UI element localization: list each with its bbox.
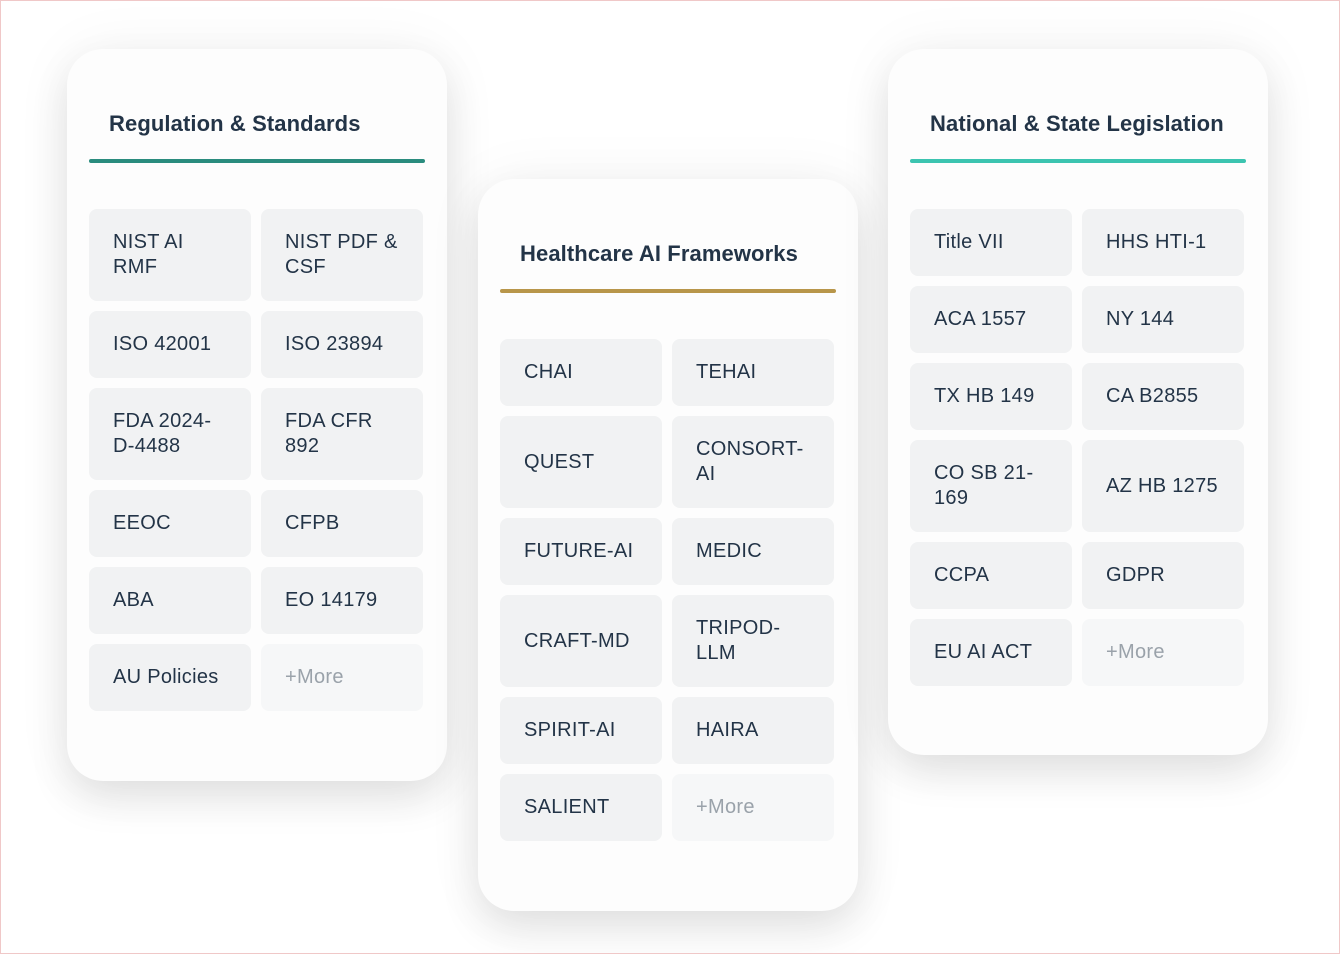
national-state-legislation-card: National & State Legislation Title VII H… [888,49,1268,755]
chip-co-sb-21-169[interactable]: CO SB 21-169 [910,440,1072,532]
chip-ny-144[interactable]: NY 144 [1082,286,1244,353]
chip-title-vii[interactable]: Title VII [910,209,1072,276]
chip-fda-cfr-892[interactable]: FDA CFR 892 [261,388,423,480]
chip-eo-14179[interactable]: EO 14179 [261,567,423,634]
chip-fda-2024-d-4488[interactable]: FDA 2024-D-4488 [89,388,251,480]
chip-aca-1557[interactable]: ACA 1557 [910,286,1072,353]
card-title: Healthcare AI Frameworks [520,241,798,266]
regulation-standards-card: Regulation & Standards NIST AI RMF NIST … [67,49,447,781]
chip-grid: NIST AI RMF NIST PDF & CSF ISO 42001 ISO… [89,209,425,711]
chip-tehai[interactable]: TEHAI [672,339,834,406]
chip-tx-hb-149[interactable]: TX HB 149 [910,363,1072,430]
chip-quest[interactable]: QUEST [500,416,662,508]
chip-au-policies[interactable]: AU Policies [89,644,251,711]
chip-ca-b2855[interactable]: CA B2855 [1082,363,1244,430]
chip-future-ai[interactable]: FUTURE-AI [500,518,662,585]
more-button[interactable]: +More [672,774,834,841]
chip-hhs-hti-1[interactable]: HHS HTI-1 [1082,209,1244,276]
chip-haira[interactable]: HAIRA [672,697,834,764]
chip-eeoc[interactable]: EEOC [89,490,251,557]
chip-iso-42001[interactable]: ISO 42001 [89,311,251,378]
healthcare-ai-frameworks-card: Healthcare AI Frameworks CHAI TEHAI QUES… [478,179,858,911]
card-title: Regulation & Standards [109,111,361,136]
chip-grid: CHAI TEHAI QUEST CONSORT-AI FUTURE-AI ME… [500,339,836,841]
title-underline [910,159,1246,163]
chip-craft-md[interactable]: CRAFT-MD [500,595,662,687]
more-button[interactable]: +More [261,644,423,711]
chip-medic[interactable]: MEDIC [672,518,834,585]
more-button[interactable]: +More [1082,619,1244,686]
chip-spirit-ai[interactable]: SPIRIT-AI [500,697,662,764]
canvas: Regulation & Standards NIST AI RMF NIST … [0,0,1340,954]
chip-nist-pdf-csf[interactable]: NIST PDF & CSF [261,209,423,301]
chip-nist-ai-rmf[interactable]: NIST AI RMF [89,209,251,301]
chip-chai[interactable]: CHAI [500,339,662,406]
chip-consort-ai[interactable]: CONSORT-AI [672,416,834,508]
chip-eu-ai-act[interactable]: EU AI ACT [910,619,1072,686]
chip-salient[interactable]: SALIENT [500,774,662,841]
title-underline [500,289,836,293]
title-underline [89,159,425,163]
chip-gdpr[interactable]: GDPR [1082,542,1244,609]
card-title: National & State Legislation [930,111,1224,136]
chip-grid: Title VII HHS HTI-1 ACA 1557 NY 144 TX H… [910,209,1246,686]
chip-tripod-llm[interactable]: TRIPOD-LLM [672,595,834,687]
chip-cfpb[interactable]: CFPB [261,490,423,557]
chip-iso-23894[interactable]: ISO 23894 [261,311,423,378]
chip-aba[interactable]: ABA [89,567,251,634]
chip-az-hb-1275[interactable]: AZ HB 1275 [1082,440,1244,532]
chip-ccpa[interactable]: CCPA [910,542,1072,609]
